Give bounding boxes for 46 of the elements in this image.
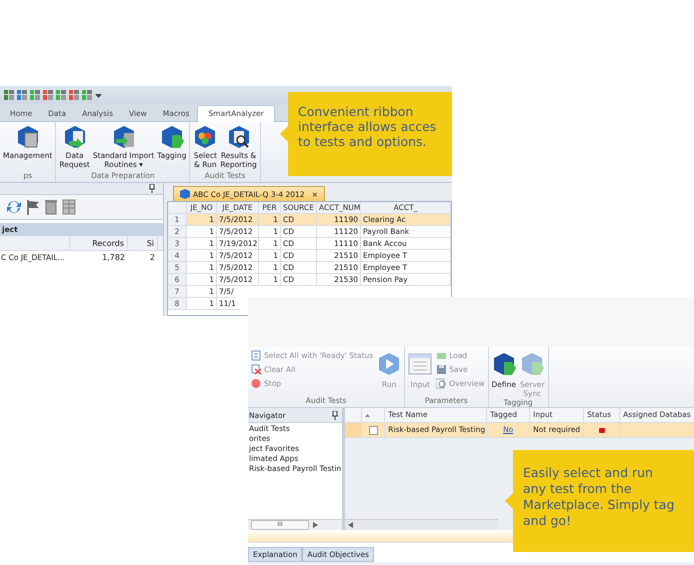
- table-cell-text: 2: [148, 253, 156, 262]
- trash-icon[interactable]: [44, 199, 58, 215]
- dots-icon: [193, 125, 218, 149]
- toolbar-icon[interactable]: [4, 90, 14, 100]
- column-header[interactable]: [362, 408, 386, 423]
- callout-text: Convenient ribbon interface allows acces to tests and options.: [288, 92, 452, 176]
- cabinet-icon: [16, 125, 40, 149]
- cube-icon: [180, 189, 190, 199]
- play-icon: [377, 352, 402, 376]
- caret-icon[interactable]: [95, 92, 102, 98]
- table-cell-text: 1,782: [101, 253, 126, 262]
- toolbar-icon[interactable]: [82, 90, 92, 100]
- sort-caret-icon: [365, 414, 370, 416]
- flag-icon[interactable]: [26, 199, 40, 215]
- column-header: [345, 408, 362, 423]
- column-header[interactable]: Si: [128, 236, 158, 250]
- floppy-icon: [436, 364, 448, 375]
- pin-icon[interactable]: [149, 184, 155, 193]
- toolbar-icon[interactable]: [43, 90, 53, 100]
- column-header: [168, 202, 187, 214]
- table-icon[interactable]: [62, 199, 76, 215]
- magnifier-icon: [436, 378, 448, 389]
- tag-icon: [520, 352, 544, 376]
- pointer-icon: [280, 126, 288, 142]
- column-header[interactable]: Records: [70, 236, 128, 250]
- magnifier-icon: [226, 125, 251, 149]
- toolbar-icon[interactable]: [17, 90, 27, 100]
- document-arrow-icon: [62, 125, 87, 149]
- arrow-right-icon[interactable]: [313, 522, 318, 528]
- arrow-left-icon[interactable]: [348, 522, 354, 528]
- callout-text: Easily select and run any test from the Marketplace. Simply tag and go!: [513, 450, 694, 552]
- toolbar-icon[interactable]: [30, 90, 40, 100]
- checklist-icon: [251, 350, 262, 361]
- database-arrow-icon: [112, 125, 136, 149]
- cross-icon: [251, 364, 262, 375]
- checkbox[interactable]: [368, 426, 378, 434]
- toolbar-icon[interactable]: [69, 90, 79, 100]
- tag-icon: [160, 125, 184, 149]
- tag-icon: [492, 352, 516, 376]
- pointer-icon: [505, 493, 513, 509]
- stop-icon: [251, 378, 262, 389]
- pin-icon[interactable]: [332, 410, 338, 420]
- scrollbar[interactable]: [345, 519, 498, 530]
- form-icon: [408, 352, 432, 376]
- refresh-icon[interactable]: [6, 199, 22, 215]
- toolbar-icon[interactable]: [56, 90, 66, 100]
